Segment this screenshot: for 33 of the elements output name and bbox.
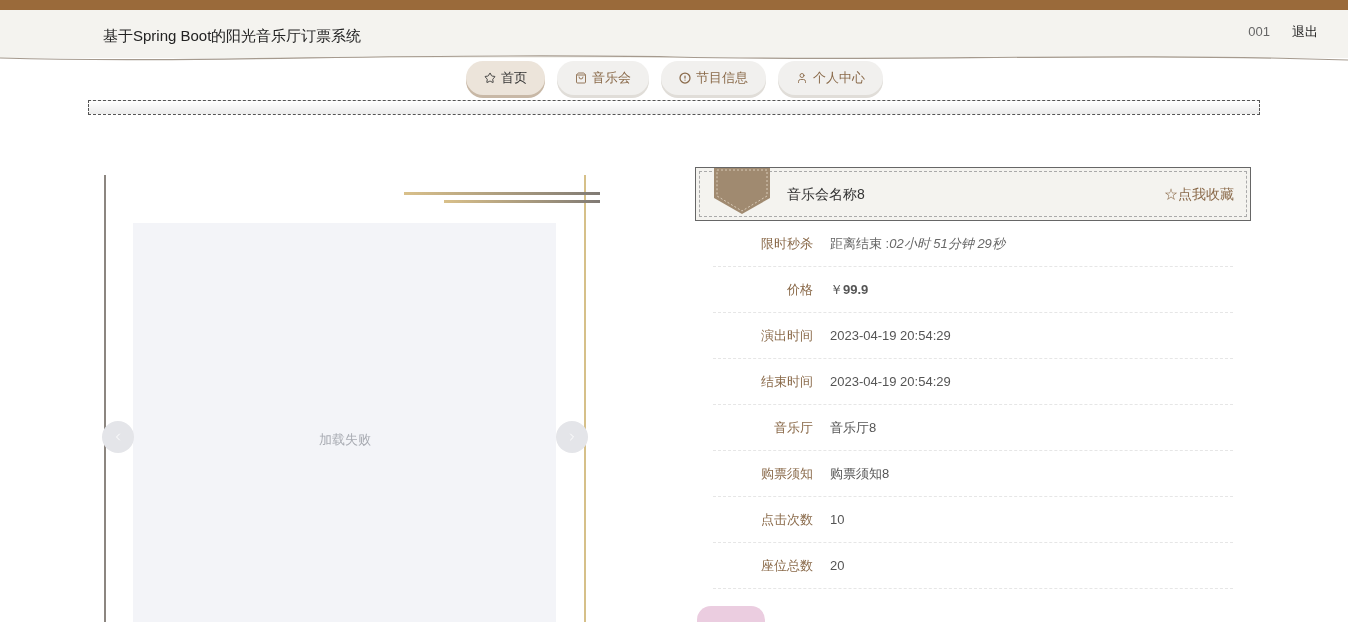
nav-tab[interactable]: 音乐会 [556, 61, 649, 95]
nav-tab[interactable]: 首页 [465, 61, 545, 95]
star-icon [483, 72, 496, 84]
nav-tab[interactable]: 节目信息 [660, 61, 766, 95]
field-value: 10 [830, 510, 845, 529]
field-label: 限时秒杀 [760, 234, 813, 253]
field-label: 音乐厅 [773, 418, 813, 437]
field-label: 价格 [786, 280, 813, 299]
countdown-text: 距离结束 :02小时 51分钟 29秒 [830, 234, 1005, 253]
logout-link[interactable]: 退出 [1292, 22, 1318, 42]
user-icon [795, 72, 808, 84]
field-label: 结束时间 [760, 372, 813, 391]
field-value: 20 [830, 556, 845, 575]
field-value: 2023-04-19 20:54:29 [830, 326, 951, 345]
favorite-link[interactable]: ☆点我收藏 [1164, 183, 1234, 205]
bag-icon [574, 72, 587, 84]
alert-icon [678, 72, 691, 84]
field-label: 点击次数 [760, 510, 813, 529]
field-label: 座位总数 [760, 556, 813, 575]
user-name: 001 [1248, 23, 1270, 42]
load-error-text: 加载失败 [318, 431, 371, 449]
price-value: ￥99.9 [830, 280, 869, 299]
field-label: 演出时间 [760, 326, 813, 345]
previous-button[interactable] [102, 421, 134, 453]
next-button[interactable] [556, 421, 588, 453]
field-label: 购票须知 [760, 464, 813, 483]
nav-tab[interactable]: 个人中心 [777, 61, 883, 95]
concert-name: 音乐会名称8 [787, 184, 865, 204]
field-value: 音乐厅8 [830, 418, 877, 437]
field-value: 2023-04-19 20:54:29 [830, 372, 951, 391]
site-title: 基于Spring Boot的阳光音乐厅订票系统 [103, 25, 362, 46]
pennant-drawing [714, 168, 770, 214]
field-value: 购票须知8 [830, 464, 890, 483]
